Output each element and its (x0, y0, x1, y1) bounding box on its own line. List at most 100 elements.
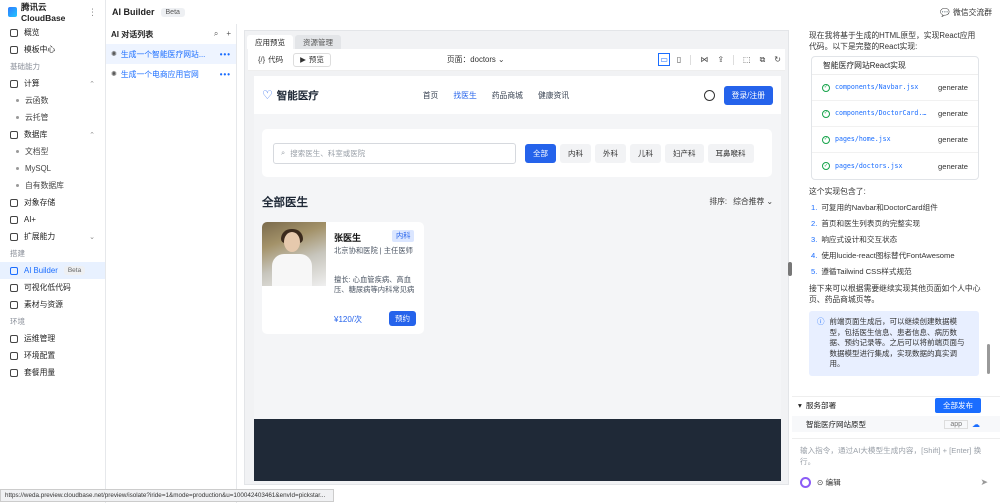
plus-icon[interactable]: + (226, 29, 231, 39)
site-brand[interactable]: ♡ 智能医疗 (262, 88, 319, 103)
department-chip[interactable]: 儿科 (630, 143, 661, 163)
department-chip[interactable]: 内科 (560, 143, 591, 163)
edit-toggle[interactable]: ⊙ 编辑 (817, 477, 841, 488)
menu-icon (10, 198, 18, 207)
sidebar-item[interactable]: 环境配置 (0, 347, 105, 364)
sidebar-item[interactable]: 扩展能力 ⌄ (0, 228, 105, 245)
file-status: generate (938, 161, 968, 171)
site-footer (254, 419, 781, 481)
menu-icon (10, 79, 18, 88)
department-chip[interactable]: 外科 (595, 143, 626, 163)
file-path: components/Navbar.jsx (835, 83, 919, 91)
tab-app-preview[interactable]: 应用预览 (247, 35, 293, 49)
search-placeholder: 搜索医生、科室或医院 (290, 148, 366, 158)
list-number: 1. (811, 203, 818, 212)
doctor-search-input[interactable]: ⌕ 搜索医生、科室或医院 (273, 142, 516, 164)
menu-icon (10, 368, 18, 377)
generated-file-row[interactable]: ✓ components/DoctorCard.jsx generate (812, 101, 978, 127)
upload-cloud-icon[interactable]: ⇪ (717, 55, 724, 64)
desktop-view-icon[interactable]: ▭ (658, 53, 670, 66)
sidebar-item[interactable]: 数据库 ⌃ (0, 126, 105, 143)
site-menu-item[interactable]: 健康资讯 (538, 90, 569, 101)
generated-file-row[interactable]: ✓ pages/home.jsx generate (812, 127, 978, 153)
bullet-dot (16, 99, 19, 102)
conversation-label: 生成一个智能医疗网站... (120, 49, 206, 59)
login-button[interactable]: 登录/注册 (723, 85, 773, 105)
bullet-dot (16, 167, 19, 170)
preview-button[interactable]: ▶ 预览 (293, 52, 331, 67)
department-chip[interactable]: 耳鼻喉科 (707, 143, 754, 163)
sidebar-item[interactable]: AI+ (0, 211, 105, 228)
site-menu-item[interactable]: 药品商城 (492, 90, 523, 101)
sidebar-item[interactable]: 概览 (0, 24, 105, 41)
sidebar-item[interactable]: 套餐用量 (0, 364, 105, 381)
sidebar-item[interactable]: 计算 ⌃ (0, 75, 105, 92)
refresh-icon[interactable]: ↻ (774, 55, 781, 64)
list-number: 5. (811, 267, 818, 276)
sort-select[interactable]: 综合推荐 ⌄ (733, 196, 773, 207)
generated-file-row[interactable]: ✓ pages/doctors.jsx generate (812, 153, 978, 179)
share-icon[interactable]: ⋈ (700, 55, 708, 64)
sidebar-item-label: 概览 (24, 28, 40, 37)
doctor-specialty: 擅长: 心血管疾病、高血压、糖尿病等内科常见病 (334, 275, 415, 294)
chat-input[interactable]: 输入指令，通过AI大模型生成内容，[Shift] + [Enter] 换行。 ⊙… (792, 438, 1000, 503)
publish-all-button[interactable]: 全部发布 (935, 397, 981, 413)
doctor-photo (262, 222, 326, 286)
sidebar-item[interactable]: 对象存储 (0, 194, 105, 211)
sidebar-item[interactable]: 可视化低代码 (0, 279, 105, 296)
input-footer: ⊙ 编辑 (800, 477, 841, 488)
cloud-upload-icon[interactable]: ☁ (972, 420, 980, 429)
code-button[interactable]: {/} 代码 (252, 53, 289, 67)
menu-icon (10, 45, 18, 54)
sidebar-subitem[interactable]: 云函数 (0, 92, 105, 109)
wechat-group-link[interactable]: 💬 微信交流群 (940, 7, 992, 18)
chat-scrollbar[interactable] (987, 344, 990, 374)
department-chip[interactable]: 全部 (525, 143, 556, 163)
site-menu-item[interactable]: 首页 (423, 90, 439, 101)
menu-icon (10, 283, 18, 292)
ai-model-icon[interactable] (800, 477, 811, 488)
nav-section-label: 搭建 (10, 249, 25, 258)
more-horizontal-icon[interactable]: ••• (220, 50, 231, 59)
conversation-item[interactable]: ✺ 生成一个智能医疗网站... ••• (106, 44, 236, 64)
mobile-view-icon[interactable]: ▯ (677, 55, 681, 64)
doctor-card[interactable]: 张医生 内科 北京协和医院 | 主任医师 擅长: 心血管疾病、高血压、糖尿病等内… (262, 222, 424, 334)
sidebar-item[interactable]: AI Builder Beta (0, 262, 105, 279)
more-horizontal-icon[interactable]: ••• (220, 70, 231, 79)
sidebar-subitem[interactable]: 云托管 (0, 109, 105, 126)
wechat-group-label: 微信交流群 (953, 7, 992, 17)
more-vertical-icon[interactable]: ⋮ (88, 7, 97, 18)
sidebar-item[interactable]: 素材与资源 (0, 296, 105, 313)
site-menu-item[interactable]: 找医生 (453, 90, 476, 101)
sidebar-item-label: 可视化低代码 (24, 283, 71, 292)
list-number: 3. (811, 235, 818, 244)
sparkle-icon: ✺ (111, 71, 117, 78)
deploy-header[interactable]: ▾ 服务部署 全部发布 (792, 397, 1000, 413)
sparkle-icon: ✺ (111, 51, 117, 58)
search-icon[interactable]: ⌕ (214, 29, 218, 39)
department-chips: 全部 内科 外科 儿科 妇产科 耳鼻喉科 (525, 143, 754, 163)
page-select[interactable]: 页面：doctors ⌄ (447, 54, 505, 65)
open-window-icon[interactable]: ⧉ (760, 55, 766, 65)
sidebar-item[interactable]: 模板中心 (0, 41, 105, 58)
send-icon[interactable]: ➤ (980, 477, 988, 488)
sidebar-item[interactable]: 运维管理 (0, 330, 105, 347)
deploy-item[interactable]: 智能医疗网站原型 app ☁ (792, 416, 1000, 432)
department-chip[interactable]: 妇产科 (665, 143, 704, 163)
menu-icon (10, 351, 18, 360)
sidebar-subitem[interactable]: 自有数据库 (0, 177, 105, 194)
book-button[interactable]: 预约 (389, 311, 416, 326)
sidebar-subitem[interactable]: 文档型 (0, 143, 105, 160)
file-status: generate (938, 83, 968, 92)
page-select-label: 页面：doctors (446, 55, 496, 64)
generated-file-row[interactable]: ✓ components/Navbar.jsx generate (812, 75, 978, 101)
sidebar-item-label: 扩展能力 (24, 232, 56, 241)
user-icon[interactable] (703, 89, 715, 101)
code-icon: {/} (258, 55, 266, 64)
bullet-dot (16, 116, 19, 119)
sidebar-subitem[interactable]: MySQL (0, 160, 105, 177)
tab-resource-management[interactable]: 资源管理 (295, 35, 341, 49)
select-element-icon[interactable]: ⬚ (743, 55, 751, 64)
chat-bubble-icon: 💬 (940, 7, 951, 17)
conversation-item[interactable]: ✺ 生成一个电商应用官网 ••• (106, 64, 236, 84)
